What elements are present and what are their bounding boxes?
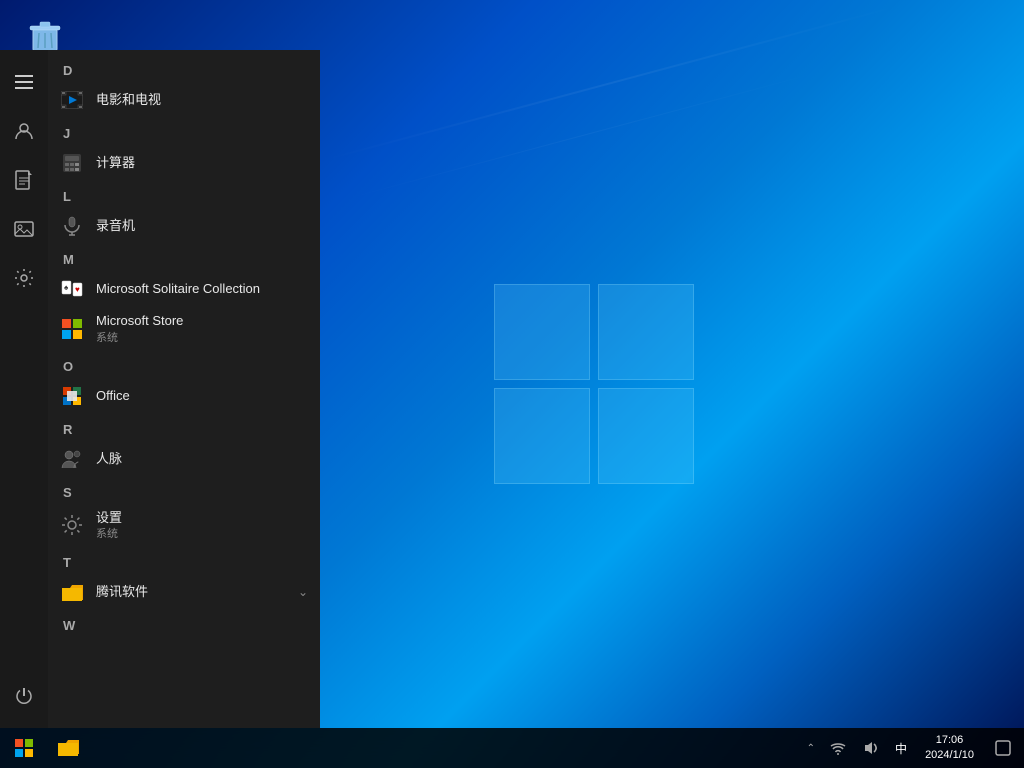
app-item-calculator[interactable]: 计算器 <box>48 145 320 181</box>
recorder-info: 录音机 <box>96 218 135 234</box>
recorder-name: 录音机 <box>96 218 135 234</box>
section-letter-l: L <box>48 181 320 208</box>
taskbar-file-explorer[interactable] <box>48 728 88 768</box>
show-hidden-icons-button[interactable]: ⌃ <box>803 743 819 754</box>
office-icon <box>60 384 84 408</box>
tencent-folder-icon <box>60 580 84 604</box>
ime-indicator[interactable]: 中 <box>890 740 912 757</box>
start-menu-app-list: D 电影 <box>48 50 320 728</box>
start-menu-sidebar <box>0 50 48 728</box>
app-item-tencent[interactable]: 腾讯软件 ⌄ <box>48 574 320 610</box>
ms-store-icon <box>60 317 84 341</box>
settings-sub: 系统 <box>96 525 122 541</box>
network-icon[interactable] <box>824 728 852 768</box>
solitaire-info: Microsoft Solitaire Collection <box>96 281 260 297</box>
app-item-ms-store[interactable]: Microsoft Store 系统 <box>48 307 320 351</box>
app-item-recorder[interactable]: 录音机 <box>48 208 320 244</box>
sidebar-power-button[interactable] <box>2 674 46 718</box>
start-button[interactable] <box>0 728 48 768</box>
section-letter-o: O <box>48 351 320 378</box>
solitaire-name: Microsoft Solitaire Collection <box>96 281 260 297</box>
tencent-name: 腾讯软件 <box>96 584 148 600</box>
office-info: Office <box>96 388 130 404</box>
hamburger-menu-button[interactable] <box>2 60 46 104</box>
section-letter-m: M <box>48 244 320 271</box>
movies-tv-icon <box>60 88 84 112</box>
tencent-info: 腾讯软件 <box>96 584 148 600</box>
tencent-expand-arrow: ⌄ <box>298 585 308 599</box>
settings-info: 设置 系统 <box>96 510 122 542</box>
section-letter-d: D <box>48 55 320 82</box>
voice-recorder-icon <box>60 214 84 238</box>
app-item-office[interactable]: Office <box>48 378 320 414</box>
desktop: 回收站 <box>0 0 1024 768</box>
section-letter-s: S <box>48 477 320 504</box>
svg-text:♥: ♥ <box>75 285 80 294</box>
section-letter-w: W <box>48 610 320 637</box>
sidebar-photos-button[interactable] <box>2 207 46 251</box>
office-name: Office <box>96 388 130 404</box>
section-letter-t: T <box>48 547 320 574</box>
sidebar-user-button[interactable] <box>2 109 46 153</box>
ms-store-info: Microsoft Store 系统 <box>96 313 183 345</box>
sound-icon[interactable] <box>857 728 885 768</box>
calculator-name: 计算器 <box>96 155 135 171</box>
sidebar-documents-button[interactable] <box>2 158 46 202</box>
movies-tv-info: 电影和电视 <box>96 92 161 108</box>
people-icon <box>60 447 84 471</box>
desktop-windows-logo <box>494 284 694 484</box>
movies-tv-name: 电影和电视 <box>96 92 161 108</box>
app-item-settings[interactable]: 设置 系统 <box>48 504 320 548</box>
solitaire-icon: ♠ ♥ <box>60 277 84 301</box>
ms-store-sub: 系统 <box>96 329 183 345</box>
app-item-movies[interactable]: 电影和电视 <box>48 82 320 118</box>
notification-button[interactable] <box>987 728 1019 768</box>
clock-time: 17:06 <box>936 733 964 748</box>
calculator-icon <box>60 151 84 175</box>
ms-store-name: Microsoft Store <box>96 313 183 329</box>
system-tray: ⌃ 中 17 <box>803 728 1024 768</box>
start-menu: D 电影 <box>0 50 320 728</box>
app-item-solitaire[interactable]: ♠ ♥ Microsoft Solitaire Collection <box>48 271 320 307</box>
people-name: 人脉 <box>96 451 122 467</box>
section-letter-j: J <box>48 118 320 145</box>
settings-name: 设置 <box>96 510 122 526</box>
people-info: 人脉 <box>96 451 122 467</box>
section-letter-r: R <box>48 414 320 441</box>
sidebar-settings-button[interactable] <box>2 256 46 300</box>
app-item-people[interactable]: 人脉 <box>48 441 320 477</box>
clock-date: 2024/1/10 <box>925 748 974 763</box>
clock[interactable]: 17:06 2024/1/10 <box>917 733 982 764</box>
settings-icon <box>60 513 84 537</box>
calculator-info: 计算器 <box>96 155 135 171</box>
taskbar: ⌃ 中 17 <box>0 728 1024 768</box>
